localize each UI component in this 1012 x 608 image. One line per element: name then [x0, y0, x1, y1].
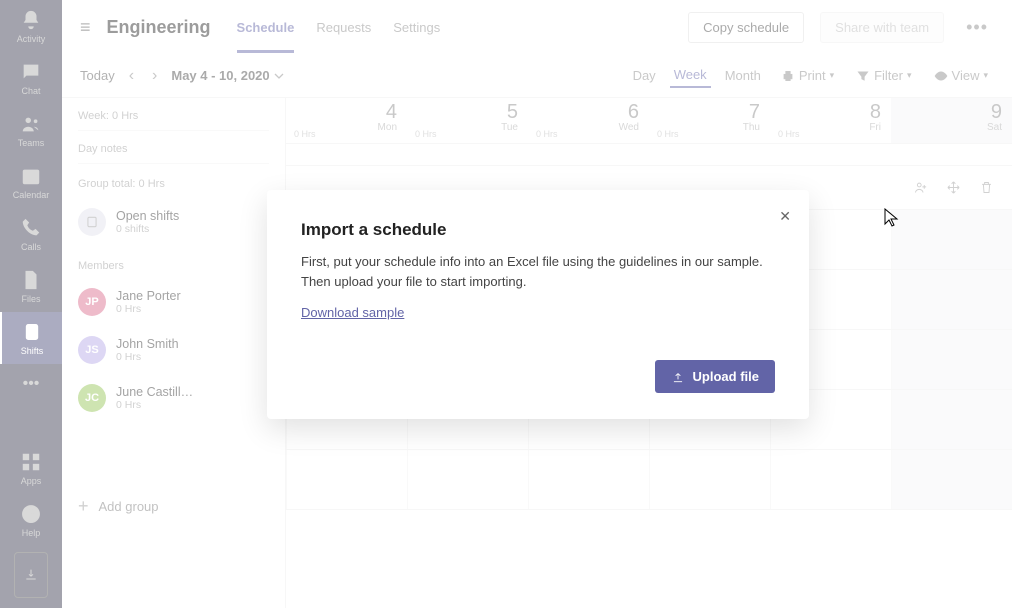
upload-file-button[interactable]: Upload file [655, 360, 775, 393]
upload-icon [671, 370, 685, 384]
download-sample-link[interactable]: Download sample [301, 305, 404, 320]
import-schedule-modal: ✕ Import a schedule First, put your sche… [267, 190, 809, 419]
close-icon[interactable]: ✕ [779, 208, 791, 225]
modal-body: First, put your schedule info into an Ex… [301, 252, 775, 291]
modal-title: Import a schedule [301, 220, 775, 240]
